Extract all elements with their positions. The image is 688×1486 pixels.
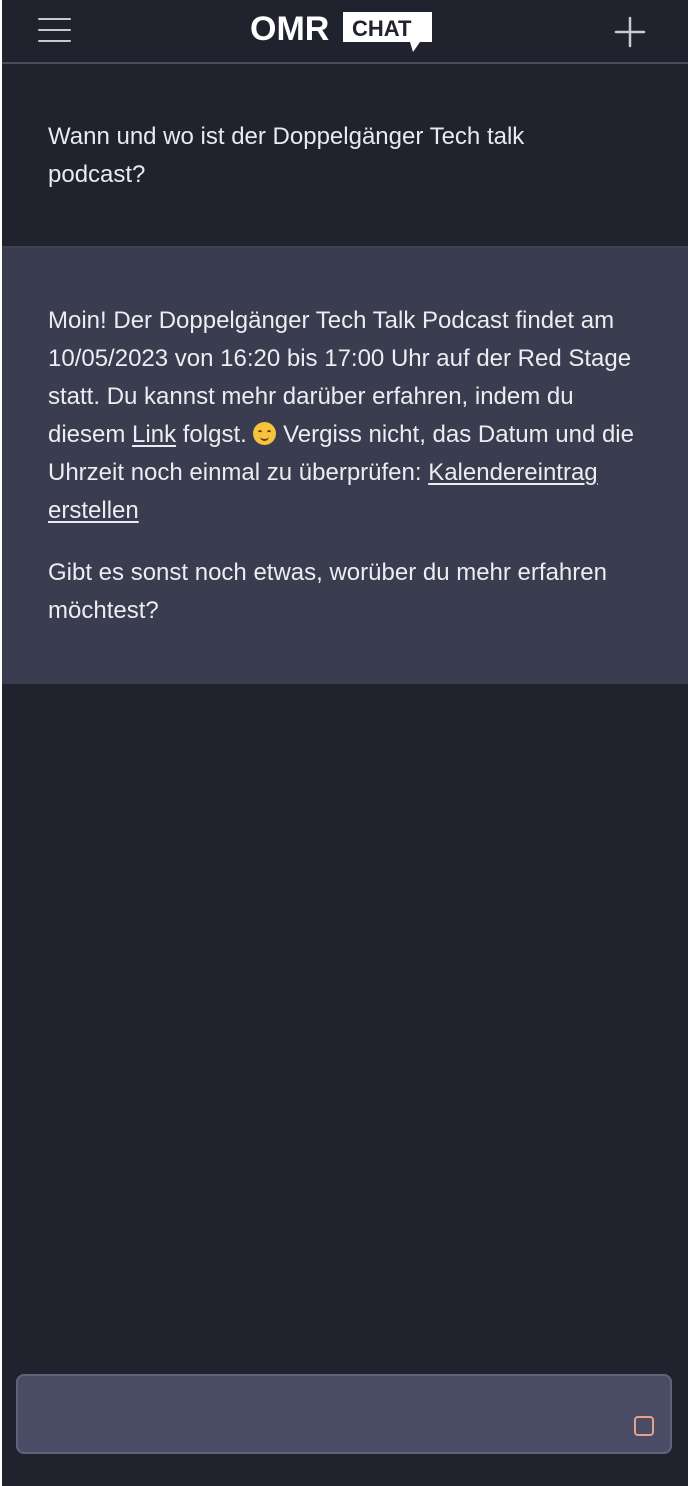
hamburger-menu-icon (38, 18, 71, 20)
plus-icon (614, 16, 646, 48)
new-chat-button[interactable] (612, 14, 648, 50)
message-input[interactable] (36, 1390, 620, 1444)
smiling-face-emoji-icon (253, 422, 277, 445)
user-message: Wann und wo ist der Doppelgänger Tech ta… (2, 64, 688, 248)
menu-button[interactable] (36, 18, 76, 50)
event-link[interactable]: Link (132, 421, 176, 448)
assistant-paragraph-1: Moin! Der Doppelgänger Tech Talk Podcast… (48, 302, 648, 530)
assistant-paragraph-2: Gibt es sonst noch etwas, worüber du meh… (48, 559, 607, 624)
omr-chat-logo: OMR CHAT (250, 10, 432, 52)
send-button[interactable] (630, 1412, 658, 1440)
assistant-text-segment: folgst. (176, 421, 254, 448)
logo-brand-text: OMR (250, 10, 329, 48)
message-composer (16, 1374, 672, 1454)
user-message-text: Wann und wo ist der Doppelgänger Tech ta… (48, 123, 525, 188)
logo-badge-text: CHAT (352, 16, 412, 41)
assistant-message-content: Moin! Der Doppelgänger Tech Talk Podcast… (48, 302, 648, 654)
assistant-message: Moin! Der Doppelgänger Tech Talk Podcast… (2, 248, 688, 684)
send-icon (634, 1416, 654, 1436)
chat-app: OMR CHAT Wann und wo ist der Doppelgänge… (2, 0, 688, 1486)
top-bar: OMR CHAT (2, 0, 688, 64)
